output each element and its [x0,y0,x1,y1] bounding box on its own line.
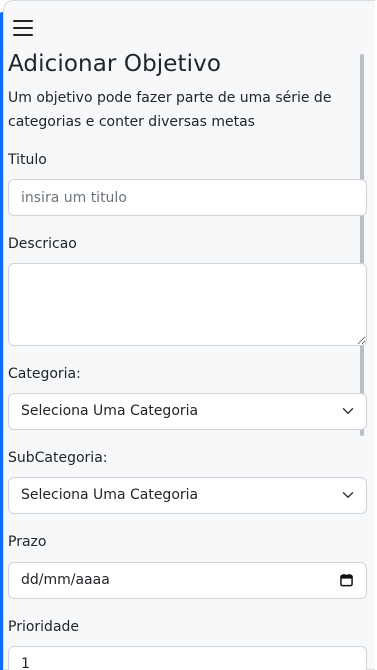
titulo-label: Titulo [8,152,47,168]
categoria-label: Categoria: [8,366,81,382]
app-frame: Adicionar Objetivo Um objetivo pode faze… [0,0,377,670]
categoria-select[interactable]: Seleciona Uma Categoria [8,393,367,430]
menu-line [13,34,33,36]
prioridade-label: Prioridade [8,619,80,635]
categoria-group: Categoria: [8,364,81,384]
categoria-selected-value: Seleciona Uma Categoria [21,403,199,419]
titulo-group: Titulo [8,150,47,170]
titulo-input[interactable] [8,179,367,216]
subcategoria-label: SubCategoria: [8,450,108,466]
prioridade-value: 1 [21,656,30,670]
prazo-input-wrap: dd/mm/aaaa [8,562,367,599]
descricao-textarea[interactable] [8,263,367,346]
prazo-date-input[interactable]: dd/mm/aaaa [8,562,367,599]
subcategoria-select[interactable]: Seleciona Uma Categoria [8,477,367,514]
menu-line [13,20,33,22]
subcategoria-selected-value: Seleciona Uma Categoria [21,487,199,503]
subcategoria-select-wrap: Seleciona Uma Categoria [8,477,367,514]
page-description: Um objetivo pode fazer parte de uma séri… [8,90,332,130]
descricao-textarea-wrap [8,263,367,350]
prioridade-group: Prioridade [8,617,79,637]
titulo-input-wrap [8,179,367,216]
descricao-group: Descricao [8,234,77,254]
prioridade-input[interactable]: 1 [8,646,367,670]
chevron-down-icon [342,408,354,414]
chevron-down-icon [342,492,354,498]
prioridade-input-wrap: 1 [8,646,367,670]
page-title: Adicionar Objetivo [8,51,222,77]
categoria-select-wrap: Seleciona Uma Categoria [8,393,367,430]
prazo-group: Prazo [8,532,46,552]
prazo-label: Prazo [8,534,47,550]
hamburger-menu-icon[interactable] [13,18,35,36]
calendar-icon[interactable] [340,573,353,587]
subcategoria-group: SubCategoria: [8,448,108,468]
menu-line [13,27,33,29]
descricao-label: Descricao [8,236,77,252]
prazo-date-value: dd/mm/aaaa [21,572,110,588]
form-content: Adicionar Objetivo Um objetivo pode faze… [8,48,367,670]
